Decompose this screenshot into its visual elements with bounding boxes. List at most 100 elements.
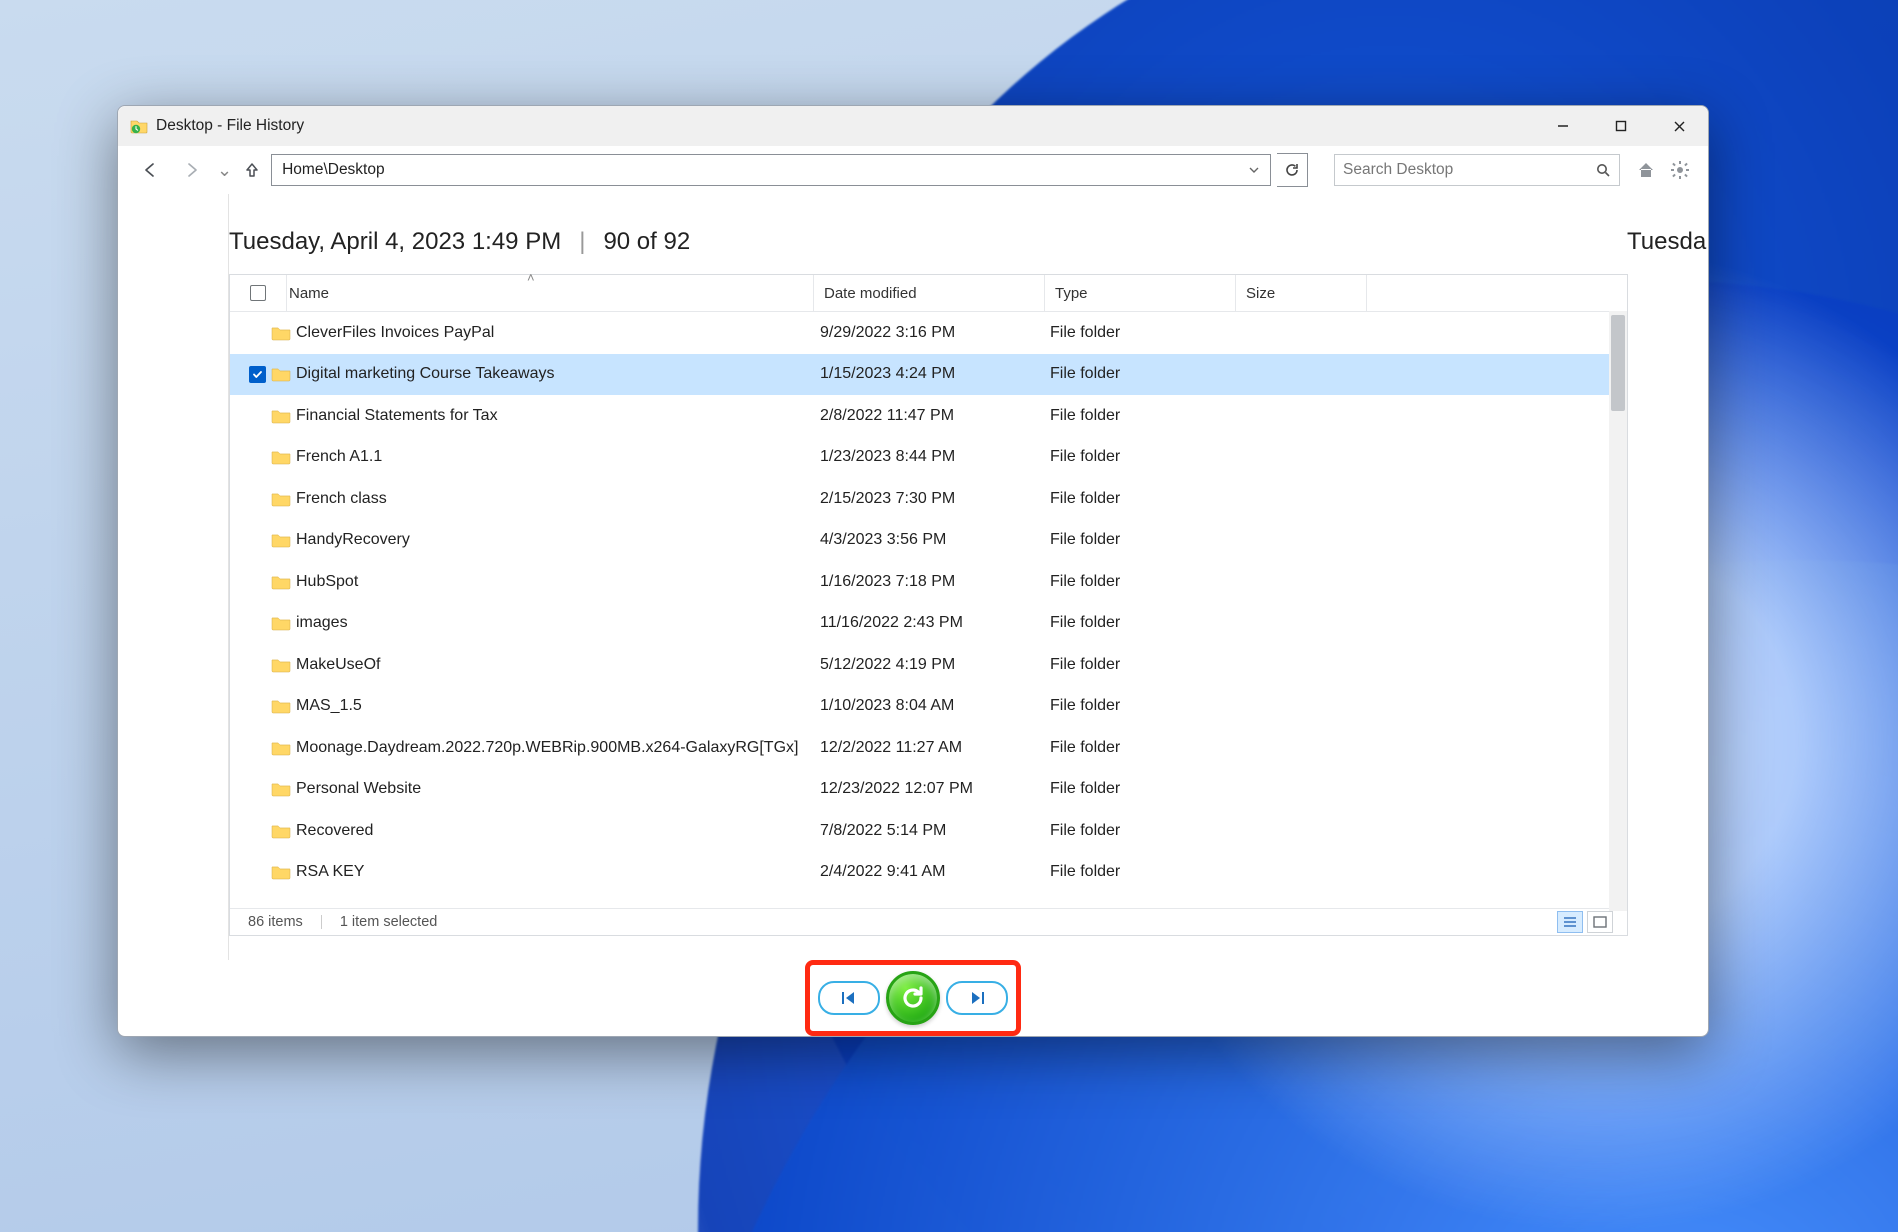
file-type: File folder (1040, 490, 1230, 508)
previous-version-button[interactable] (818, 981, 880, 1015)
folder-icon (266, 615, 296, 631)
file-date: 2/15/2023 7:30 PM (810, 490, 1040, 508)
thumbnails-view-toggle[interactable] (1587, 911, 1613, 933)
file-row[interactable]: French class 2/15/2023 7:30 PM File fold… (230, 478, 1627, 520)
row-checkbox[interactable] (249, 366, 266, 383)
version-datetime: Tuesday, April 4, 2023 1:49 PM (229, 228, 561, 256)
file-row[interactable]: French A1.1 1/23/2023 8:44 PM File folde… (230, 437, 1627, 479)
file-name: RSA KEY (296, 863, 810, 881)
file-name: Recovered (296, 822, 810, 840)
title-bar[interactable]: Desktop - File History (118, 106, 1708, 146)
file-row[interactable]: Personal Website 12/23/2022 12:07 PM Fil… (230, 769, 1627, 811)
file-date: 12/2/2022 11:27 AM (810, 739, 1040, 757)
file-list: ˄ Name Date modified Type Size (229, 274, 1628, 936)
desktop-background: Desktop - File History ⌄ (0, 0, 1898, 1232)
file-row[interactable]: HubSpot 1/16/2023 7:18 PM File folder (230, 561, 1627, 603)
file-type: File folder (1040, 697, 1230, 715)
close-button[interactable] (1650, 106, 1708, 146)
column-header-date[interactable]: Date modified (814, 275, 1045, 311)
file-type: File folder (1040, 365, 1230, 383)
next-version-button[interactable] (946, 981, 1008, 1015)
vertical-scrollbar[interactable] (1609, 311, 1627, 911)
folder-icon (266, 864, 296, 880)
current-version-panel: Tuesday, April 4, 2023 1:49 PM | 90 of 9… (229, 194, 1628, 960)
folder-icon (266, 366, 296, 382)
folder-icon (266, 491, 296, 507)
previous-version-peek[interactable] (118, 194, 229, 960)
minimize-button[interactable] (1534, 106, 1592, 146)
folder-icon (266, 532, 296, 548)
file-date: 11/16/2022 2:43 PM (810, 614, 1040, 632)
selection-count: 1 item selected (340, 914, 438, 930)
folder-icon (266, 574, 296, 590)
file-row[interactable]: RSA KEY 2/4/2022 9:41 AM File folder (230, 852, 1627, 894)
file-name: Financial Statements for Tax (296, 407, 810, 425)
maximize-button[interactable] (1592, 106, 1650, 146)
file-history-app-icon (130, 117, 148, 135)
file-row[interactable]: MakeUseOf 5/12/2022 4:19 PM File folder (230, 644, 1627, 686)
folder-icon (266, 657, 296, 673)
column-header-name[interactable]: ˄ Name (287, 275, 814, 311)
file-date: 1/10/2023 8:04 AM (810, 697, 1040, 715)
search-icon (1596, 163, 1611, 178)
file-name: Moonage.Daydream.2022.720p.WEBRip.900MB.… (296, 739, 810, 757)
file-row[interactable]: CleverFiles Invoices PayPal 9/29/2022 3:… (230, 312, 1627, 354)
back-button[interactable] (132, 152, 168, 188)
rows-viewport: CleverFiles Invoices PayPal 9/29/2022 3:… (230, 312, 1627, 908)
file-name: Personal Website (296, 780, 810, 798)
column-header-size[interactable]: Size (1236, 275, 1367, 311)
file-date: 4/3/2023 3:56 PM (810, 531, 1040, 549)
column-headers: ˄ Name Date modified Type Size (230, 275, 1627, 312)
select-all-checkbox[interactable] (230, 275, 287, 311)
column-header-type[interactable]: Type (1045, 275, 1236, 311)
file-date: 9/29/2022 3:16 PM (810, 324, 1040, 342)
home-button[interactable] (1632, 156, 1660, 184)
window-title: Desktop - File History (156, 117, 304, 135)
file-name: French A1.1 (296, 448, 810, 466)
item-count: 86 items (248, 914, 303, 930)
restore-button[interactable] (886, 971, 940, 1025)
history-area: Tuesday, April 4, 2023 1:49 PM | 90 of 9… (118, 194, 1708, 960)
up-button[interactable] (239, 152, 265, 188)
next-version-timestamp-peek: Tuesda (1627, 228, 1708, 256)
file-date: 1/15/2023 4:24 PM (810, 365, 1040, 383)
folder-icon (266, 325, 296, 341)
file-type: File folder (1040, 780, 1230, 798)
file-name: MakeUseOf (296, 656, 810, 674)
settings-button[interactable] (1666, 156, 1694, 184)
status-bar: 86 items 1 item selected (230, 908, 1627, 935)
search-placeholder: Search Desktop (1343, 161, 1453, 179)
next-version-peek[interactable] (1628, 194, 1708, 960)
search-input[interactable]: Search Desktop (1334, 154, 1620, 186)
forward-button[interactable] (174, 152, 210, 188)
file-date: 7/8/2022 5:14 PM (810, 822, 1040, 840)
version-navigation-controls (118, 960, 1708, 1036)
file-row[interactable]: Financial Statements for Tax 2/8/2022 11… (230, 395, 1627, 437)
file-name: French class (296, 490, 810, 508)
file-row[interactable]: MAS_1.5 1/10/2023 8:04 AM File folder (230, 686, 1627, 728)
folder-icon (266, 781, 296, 797)
file-row[interactable]: images 11/16/2022 2:43 PM File folder (230, 603, 1627, 645)
refresh-button[interactable] (1277, 153, 1308, 187)
history-dropdown-caret[interactable]: ⌄ (216, 160, 233, 181)
file-row[interactable]: Moonage.Daydream.2022.720p.WEBRip.900MB.… (230, 727, 1627, 769)
scroll-thumb[interactable] (1611, 315, 1625, 411)
file-type: File folder (1040, 448, 1230, 466)
address-text: Home\Desktop (282, 161, 385, 179)
navigation-toolbar: ⌄ Home\Desktop Search Desktop (118, 146, 1708, 194)
address-dropdown-icon[interactable] (1244, 164, 1264, 176)
folder-icon (266, 823, 296, 839)
details-view-toggle[interactable] (1557, 911, 1583, 933)
file-date: 1/16/2023 7:18 PM (810, 573, 1040, 591)
file-row[interactable]: HandyRecovery 4/3/2023 3:56 PM File fold… (230, 520, 1627, 562)
address-bar[interactable]: Home\Desktop (271, 154, 1271, 186)
folder-icon (266, 449, 296, 465)
file-type: File folder (1040, 614, 1230, 632)
file-type: File folder (1040, 324, 1230, 342)
file-row[interactable]: Digital marketing Course Takeaways 1/15/… (230, 354, 1627, 396)
version-position: 90 of 92 (603, 228, 690, 256)
file-name: HubSpot (296, 573, 810, 591)
file-row[interactable]: Recovered 7/8/2022 5:14 PM File folder (230, 810, 1627, 852)
file-type: File folder (1040, 573, 1230, 591)
tutorial-highlight (805, 960, 1021, 1036)
